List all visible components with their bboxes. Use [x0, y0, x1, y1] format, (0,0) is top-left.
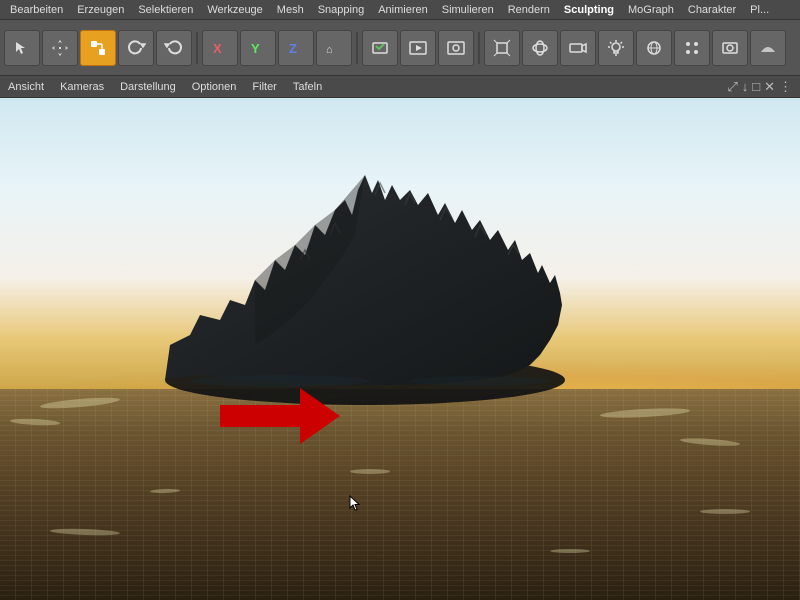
viewport-menu-kameras[interactable]: Kameras: [60, 81, 104, 93]
menu-selektieren[interactable]: Selektieren: [132, 3, 199, 17]
viewport-menu-optionen[interactable]: Optionen: [192, 81, 237, 93]
close-viewport-icon[interactable]: ✕: [764, 79, 775, 95]
arrow-body: [220, 405, 300, 427]
menu-more[interactable]: Pl...: [744, 3, 775, 17]
arrow-head: [300, 388, 340, 444]
scale-tool-button[interactable]: [80, 30, 116, 66]
menu-sculpting[interactable]: Sculpting: [558, 3, 620, 17]
svg-text:Y: Y: [251, 41, 260, 56]
menu-werkzeuge[interactable]: Werkzeuge: [201, 3, 268, 17]
toolbar-sep-2: [356, 32, 358, 64]
expand-icon[interactable]: ⤢: [727, 79, 737, 95]
camera-button[interactable]: [560, 30, 596, 66]
svg-text:Z: Z: [289, 41, 297, 56]
select-tool-button[interactable]: [4, 30, 40, 66]
mountain-island: [100, 105, 620, 405]
viewport-header: Ansicht Kameras Darstellung Optionen Fil…: [0, 76, 800, 98]
menu-animieren[interactable]: Animieren: [372, 3, 434, 17]
menu-mograph[interactable]: MoGraph: [622, 3, 680, 17]
perspective-button[interactable]: [484, 30, 520, 66]
rotate-ccw-button[interactable]: [156, 30, 192, 66]
render-anim-button[interactable]: [400, 30, 436, 66]
sky-button[interactable]: [636, 30, 672, 66]
toolbar-sep-1: [196, 32, 198, 64]
menu-mesh[interactable]: Mesh: [271, 3, 310, 17]
render-region-button[interactable]: [362, 30, 398, 66]
dots-button[interactable]: [674, 30, 710, 66]
render-settings-button[interactable]: [438, 30, 474, 66]
z-axis-button[interactable]: Z: [278, 30, 314, 66]
orbit-button[interactable]: [522, 30, 558, 66]
display-button[interactable]: [750, 30, 786, 66]
menu-snapping[interactable]: Snapping: [312, 3, 371, 17]
viewport-controls: ⤢ ↓ □ ✕ ⋮: [727, 79, 792, 95]
maximize-icon[interactable]: □: [752, 79, 760, 94]
world-button[interactable]: ⌂: [316, 30, 352, 66]
viewport-menu-ansicht[interactable]: Ansicht: [8, 81, 44, 93]
move-tool-button[interactable]: [42, 30, 78, 66]
directional-arrow: [220, 388, 340, 444]
ocean-ground: [0, 389, 800, 600]
menu-erzeugen[interactable]: Erzeugen: [71, 3, 130, 17]
mouse-cursor: [348, 494, 362, 512]
svg-text:X: X: [213, 41, 222, 56]
toolbar-sep-3: [478, 32, 480, 64]
svg-text:⌂: ⌂: [326, 44, 333, 56]
rotate-cw-button[interactable]: [118, 30, 154, 66]
toolbar: X Y Z ⌂: [0, 20, 800, 76]
menu-simulieren[interactable]: Simulieren: [436, 3, 500, 17]
lights-button[interactable]: [598, 30, 634, 66]
more-icon[interactable]: ⋮: [779, 79, 792, 95]
arrow-down-icon[interactable]: ↓: [742, 79, 749, 94]
x-axis-button[interactable]: X: [202, 30, 238, 66]
menu-bearbeiten[interactable]: Bearbeiten: [4, 3, 69, 17]
viewport-menu-darstellung[interactable]: Darstellung: [120, 81, 176, 93]
3d-viewport[interactable]: [0, 98, 800, 600]
menu-charakter[interactable]: Charakter: [682, 3, 742, 17]
y-axis-button[interactable]: Y: [240, 30, 276, 66]
cam2-button[interactable]: [712, 30, 748, 66]
viewport-menu-filter[interactable]: Filter: [252, 81, 276, 93]
menu-rendern[interactable]: Rendern: [502, 3, 556, 17]
menu-bar: Bearbeiten Erzeugen Selektieren Werkzeug…: [0, 0, 800, 20]
viewport-menu-tafeln[interactable]: Tafeln: [293, 81, 322, 93]
